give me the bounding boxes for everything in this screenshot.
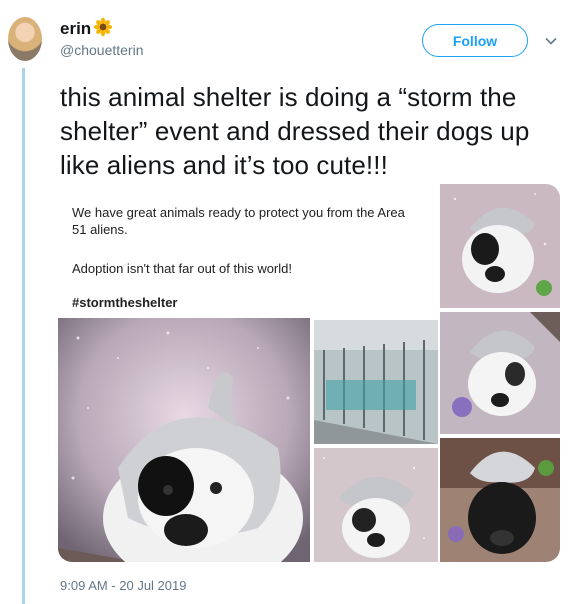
thread-line <box>22 68 25 604</box>
user-name[interactable]: erin <box>60 17 113 39</box>
user-name-text: erin <box>60 19 92 38</box>
tweet-media[interactable]: We have great animals ready to protect y… <box>58 184 560 562</box>
caption-line-1: We have great animals ready to protect y… <box>72 205 405 237</box>
caption-hashtag: #stormtheshelter <box>72 295 178 310</box>
dog-photo-middle-right[interactable] <box>440 312 560 434</box>
chevron-down-icon[interactable] <box>544 34 558 48</box>
user-handle[interactable]: @chouetterin <box>60 42 143 58</box>
dog-photo-large[interactable] <box>58 318 310 562</box>
avatar[interactable] <box>8 17 42 61</box>
dog-photo-small[interactable] <box>314 448 438 562</box>
tweet-timestamp[interactable]: 9:09 AM - 20 Jul 2019 <box>60 578 186 593</box>
caption-image[interactable]: We have great animals ready to protect y… <box>58 184 436 318</box>
dog-photo-top-right[interactable] <box>440 184 560 308</box>
kennel-photo[interactable] <box>314 320 438 444</box>
sunflower-icon <box>93 17 113 37</box>
caption-line-2: Adoption isn't that far out of this worl… <box>72 261 292 276</box>
follow-button[interactable]: Follow <box>422 24 528 57</box>
tweet-text: this animal shelter is doing a “storm th… <box>60 82 530 180</box>
dog-photo-bottom-right[interactable] <box>440 438 560 562</box>
